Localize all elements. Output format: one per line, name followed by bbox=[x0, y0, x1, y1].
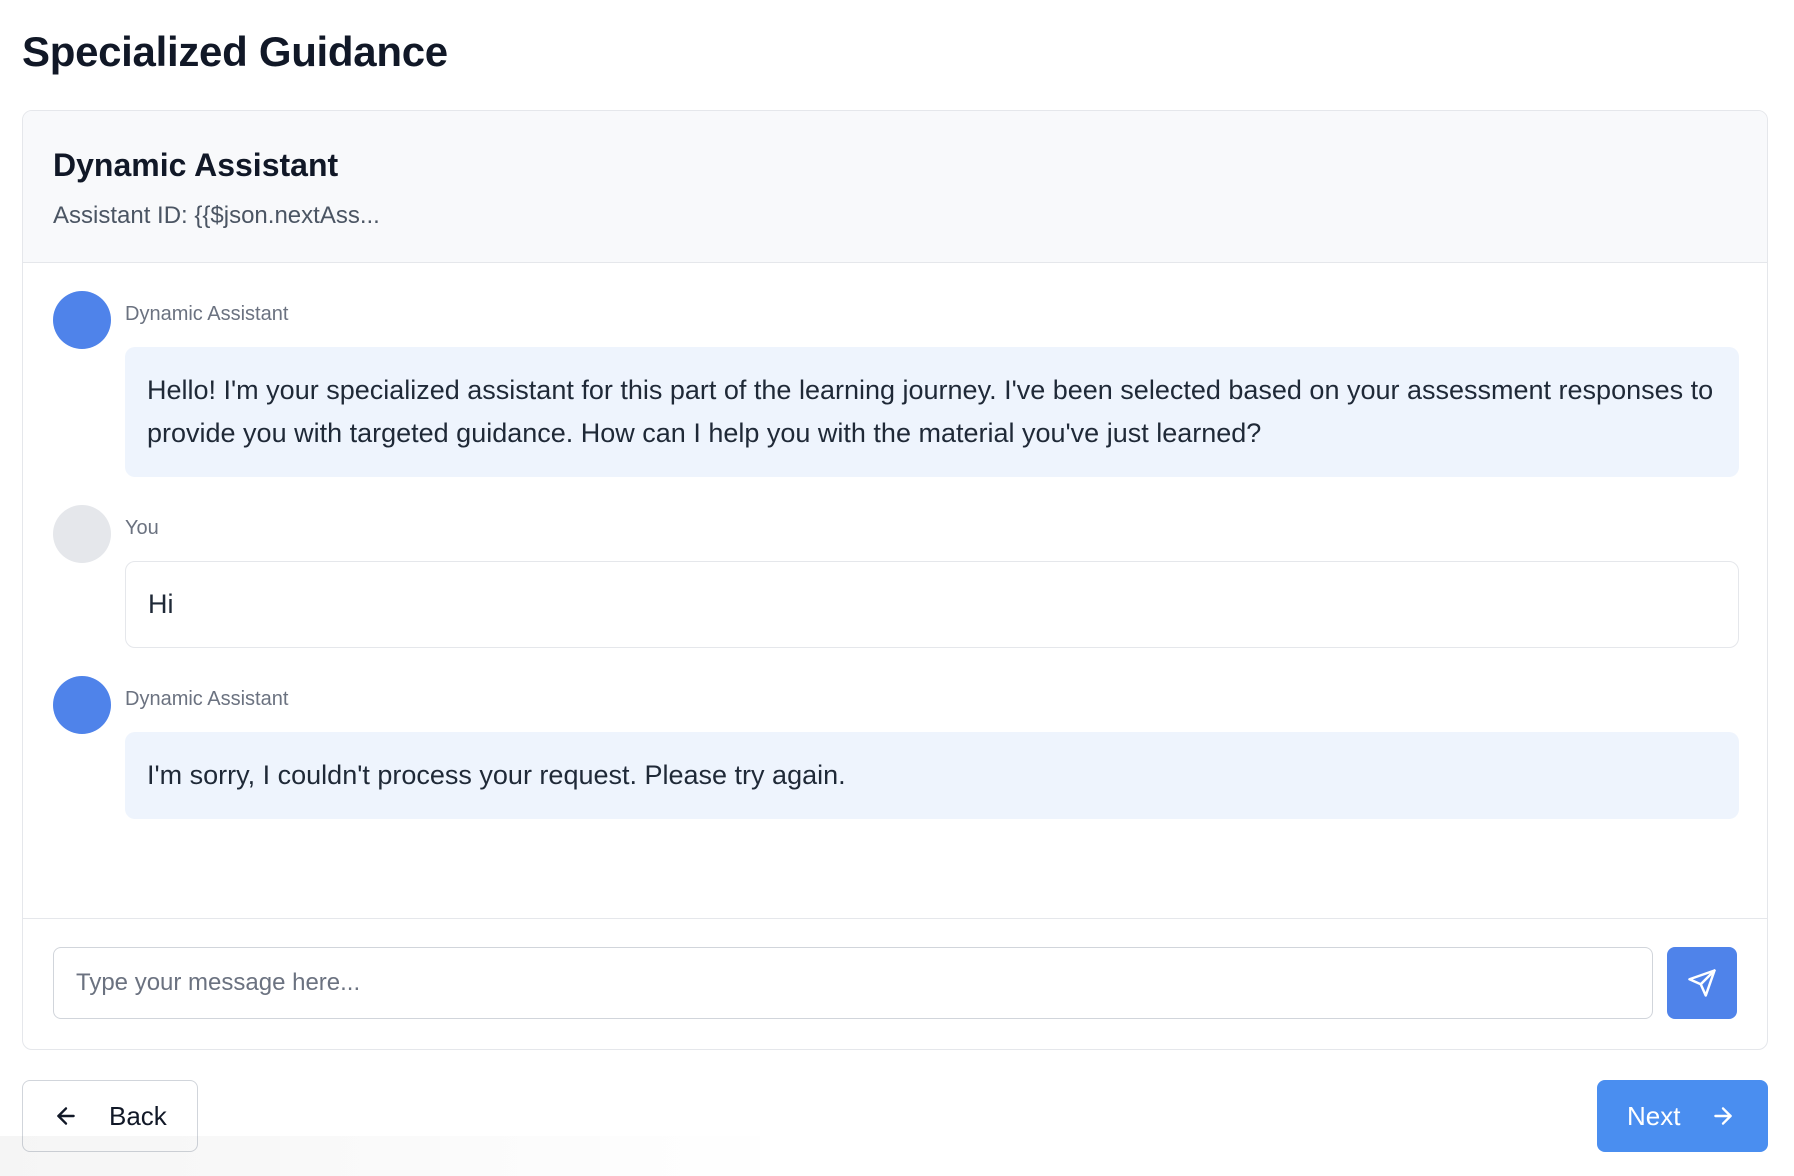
message-composer bbox=[23, 919, 1767, 1049]
back-label: Back bbox=[109, 1100, 167, 1131]
assistant-avatar bbox=[53, 676, 111, 734]
arrow-right-icon bbox=[1710, 1103, 1736, 1129]
send-button[interactable] bbox=[1667, 947, 1737, 1019]
message-sender: Dynamic Assistant bbox=[125, 303, 289, 325]
assistant-id: Assistant ID: {{$json.nextAss... bbox=[53, 202, 380, 229]
send-icon bbox=[1687, 968, 1717, 998]
next-label: Next bbox=[1627, 1100, 1681, 1131]
assistant-avatar bbox=[53, 291, 111, 349]
message-bubble: Hello! I'm your specialized assistant fo… bbox=[125, 347, 1739, 477]
bottom-shadow bbox=[0, 1136, 800, 1176]
assistant-name: Dynamic Assistant bbox=[53, 147, 339, 183]
user-avatar bbox=[53, 505, 111, 563]
page-title: Specialized Guidance bbox=[22, 28, 448, 75]
message-sender: Dynamic Assistant bbox=[125, 688, 289, 710]
arrow-left-icon bbox=[53, 1103, 79, 1129]
message-item: Dynamic Assistant Hello! I'm your specia… bbox=[53, 291, 1739, 477]
chat-header: Dynamic Assistant Assistant ID: {{$json.… bbox=[23, 111, 1767, 263]
message-bubble: I'm sorry, I couldn't process your reque… bbox=[125, 732, 1739, 819]
message-bubble: Hi bbox=[125, 561, 1739, 648]
message-item: Dynamic Assistant I'm sorry, I couldn't … bbox=[53, 676, 1739, 819]
next-button[interactable]: Next bbox=[1597, 1080, 1768, 1152]
message-item: You Hi bbox=[53, 505, 1739, 648]
message-input[interactable] bbox=[53, 947, 1653, 1019]
page: Specialized Guidance Dynamic Assistant A… bbox=[0, 0, 1794, 1176]
message-sender: You bbox=[125, 517, 159, 539]
message-list[interactable]: Dynamic Assistant Hello! I'm your specia… bbox=[23, 263, 1767, 919]
chat-card: Dynamic Assistant Assistant ID: {{$json.… bbox=[22, 110, 1768, 1050]
